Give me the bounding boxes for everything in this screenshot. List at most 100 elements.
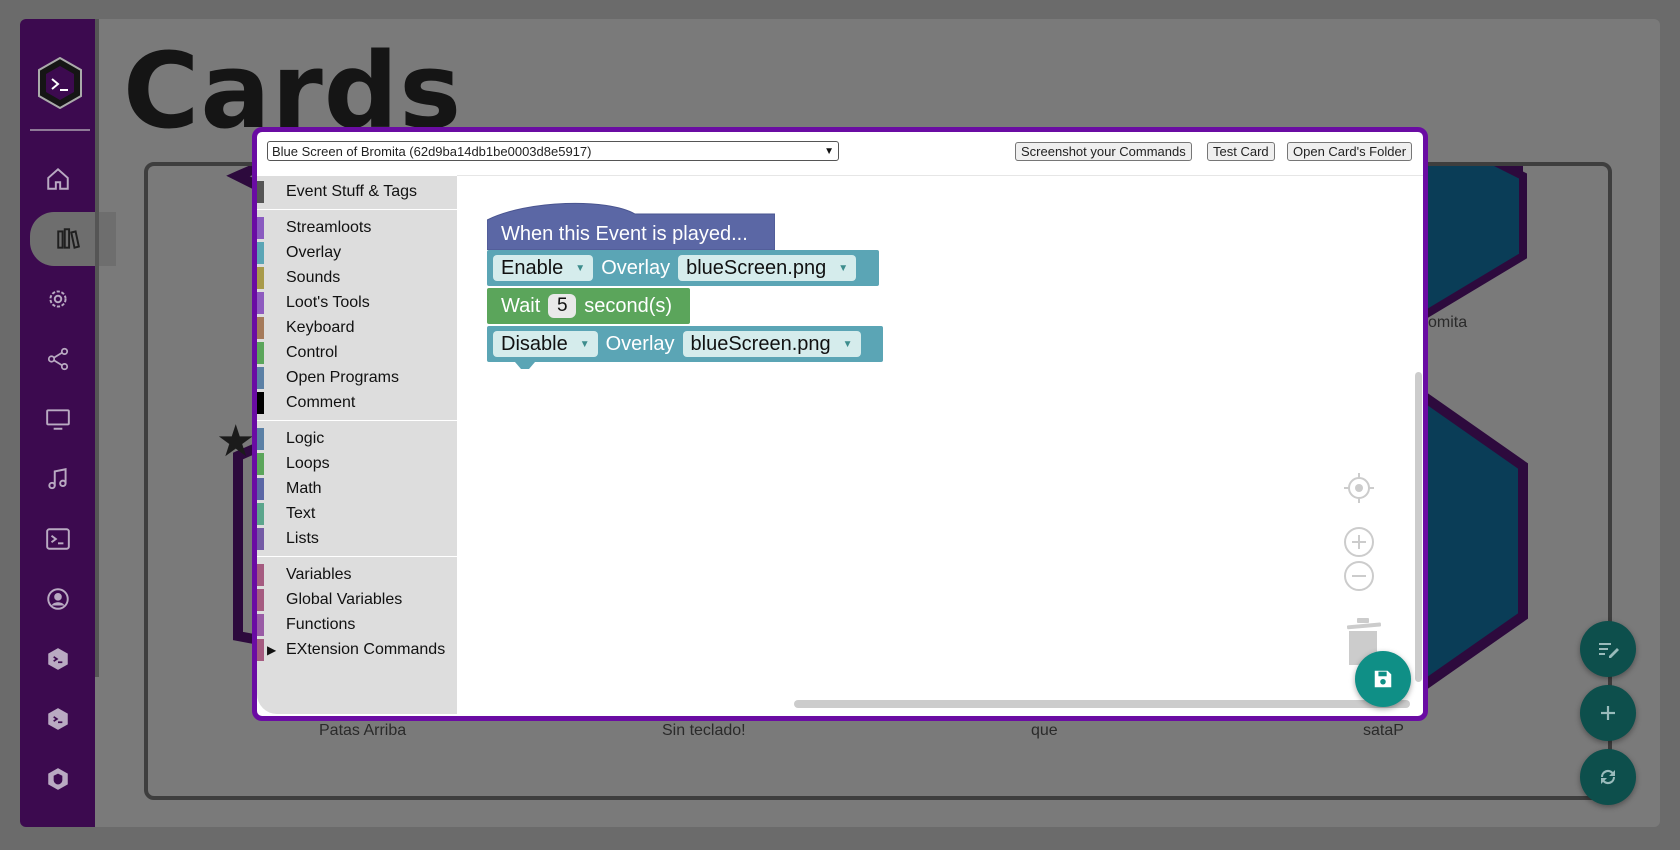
- test-card-button[interactable]: Test Card: [1207, 142, 1275, 161]
- sidebar-item-ext-3[interactable]: [20, 752, 95, 806]
- library-icon: [57, 228, 80, 249]
- category-color-stripe: [257, 292, 264, 314]
- toolbox-category[interactable]: Streamloots: [257, 216, 457, 240]
- category-label: Open Programs: [286, 369, 399, 386]
- sidebar-item-account[interactable]: [20, 572, 95, 626]
- category-color-stripe: [257, 367, 264, 389]
- hexagon-terminal-icon: [47, 648, 68, 670]
- save-icon: [1374, 670, 1392, 688]
- action-value: Disable: [501, 332, 568, 355]
- sidebar-item-settings[interactable]: [20, 272, 95, 326]
- expand-arrow-icon[interactable]: ▶: [267, 643, 276, 657]
- toolbox-category[interactable]: Comment: [257, 391, 457, 415]
- card-name: Sin teclado!: [662, 722, 746, 739]
- toolbox-category[interactable]: Event Stuff & Tags: [257, 180, 457, 204]
- card-select[interactable]: Blue Screen of Bromita (62d9ba14db1be000…: [267, 141, 839, 161]
- dropdown-arrow-icon: ▼: [842, 338, 853, 350]
- save-button[interactable]: [1355, 651, 1411, 707]
- home-icon: [46, 167, 69, 190]
- file-dropdown[interactable]: blueScreen.png ▼: [678, 255, 857, 281]
- workspace-horizontal-scrollbar[interactable]: [794, 700, 1410, 708]
- block-label: Overlay: [601, 256, 671, 279]
- screenshot-commands-button[interactable]: Screenshot your Commands: [1015, 142, 1192, 161]
- enable-overlay-block[interactable]: Enable ▼ Overlay blueScreen.png ▼: [487, 250, 879, 286]
- toolbox-category[interactable]: Text: [257, 502, 457, 526]
- category-color-stripe: [257, 181, 264, 203]
- sidebar-item-ext-2[interactable]: [20, 692, 95, 746]
- toolbox-category[interactable]: EXtension Commands ▶: [257, 638, 457, 662]
- dropdown-arrow-icon: ▼: [838, 262, 849, 274]
- hexagon-terminal-icon: [47, 708, 68, 730]
- toolbox-category[interactable]: Overlay: [257, 241, 457, 265]
- toolbox-category[interactable]: Math: [257, 477, 457, 501]
- toolbox-category[interactable]: Keyboard: [257, 316, 457, 340]
- dropdown-arrow-icon: ▼: [579, 338, 590, 350]
- toolbox-category[interactable]: Control: [257, 341, 457, 365]
- category-label: Lists: [286, 530, 319, 547]
- toolbox-category[interactable]: Lists: [257, 527, 457, 551]
- event-hat-block[interactable]: When this Event is played...: [487, 198, 775, 250]
- sidebar-item-cards[interactable]: [30, 212, 116, 266]
- action-dropdown[interactable]: Enable ▼: [493, 255, 594, 281]
- card-select-value: Blue Screen of Bromita (62d9ba14db1be000…: [272, 143, 592, 159]
- toolbox-category[interactable]: Global Variables: [257, 588, 457, 612]
- sidebar-item-overlay[interactable]: [20, 392, 95, 446]
- toolbox-category[interactable]: Sounds: [257, 266, 457, 290]
- category-label: Functions: [286, 616, 356, 633]
- file-value: blueScreen.png: [686, 256, 827, 279]
- category-label: Text: [286, 505, 316, 522]
- svg-text:★: ★: [216, 416, 255, 467]
- card-name: Patas Arriba: [319, 722, 407, 739]
- blockly-workspace[interactable]: When this Event is played... Enable ▼ Ove…: [457, 176, 1423, 714]
- sidebar-item-share[interactable]: [20, 332, 95, 386]
- toolbox-separator: [257, 209, 457, 210]
- toolbox-category[interactable]: Loot's Tools: [257, 291, 457, 315]
- action-value: Enable: [501, 256, 564, 279]
- toolbox-category[interactable]: Loops: [257, 452, 457, 476]
- settings-icon: [48, 290, 67, 308]
- zoom-in-icon[interactable]: [1343, 526, 1375, 558]
- category-label: Streamloots: [286, 219, 372, 236]
- open-card-folder-button[interactable]: Open Card's Folder: [1287, 142, 1413, 161]
- category-color-stripe: [257, 267, 264, 289]
- category-label: Math: [286, 480, 322, 497]
- block-connector-notch: [515, 362, 535, 369]
- sidebar-item-home[interactable]: [20, 152, 95, 206]
- app-logo-icon[interactable]: [37, 57, 83, 109]
- hat-block-label: When this Event is played...: [501, 223, 748, 245]
- wait-label: Wait: [501, 294, 541, 317]
- toolbox-category[interactable]: Functions: [257, 613, 457, 637]
- toolbox-category[interactable]: Open Programs: [257, 366, 457, 390]
- category-color-stripe: [257, 428, 264, 450]
- wait-unit-label: second(s): [584, 294, 673, 317]
- wait-block[interactable]: Wait 5 second(s): [487, 288, 690, 324]
- edit-list-icon: [1599, 643, 1619, 658]
- category-label: Overlay: [286, 244, 342, 261]
- category-color-stripe: [257, 392, 264, 414]
- toolbox-category[interactable]: Logic: [257, 427, 457, 451]
- sidebar-item-sounds[interactable]: [20, 452, 95, 506]
- toolbox-category[interactable]: Variables: [257, 563, 457, 587]
- modal-toolbar: Blue Screen of Bromita (62d9ba14db1be000…: [257, 132, 1423, 174]
- wait-seconds-input[interactable]: 5: [548, 294, 577, 318]
- zoom-out-icon[interactable]: [1343, 560, 1375, 592]
- category-label: Variables: [286, 566, 352, 583]
- sidebar-item-ext-1[interactable]: [20, 632, 95, 686]
- edit-cards-button[interactable]: [1580, 621, 1636, 677]
- disable-overlay-block[interactable]: Disable ▼ Overlay blueScreen.png ▼: [487, 326, 883, 362]
- sidebar-item-terminal[interactable]: [20, 512, 95, 566]
- category-color-stripe: [257, 614, 264, 636]
- file-dropdown[interactable]: blueScreen.png ▼: [682, 331, 861, 357]
- sync-icon: [1600, 769, 1616, 785]
- card-commands-modal: Blue Screen of Bromita (62d9ba14db1be000…: [252, 127, 1428, 721]
- action-dropdown[interactable]: Disable ▼: [493, 331, 598, 357]
- add-card-button[interactable]: [1580, 685, 1636, 741]
- category-color-stripe: [257, 478, 264, 500]
- account-icon: [46, 588, 69, 610]
- sync-cards-button[interactable]: [1580, 749, 1636, 805]
- category-color-stripe: [257, 564, 264, 586]
- category-color-stripe: [257, 589, 264, 611]
- workspace-vertical-scrollbar[interactable]: [1415, 372, 1422, 682]
- recenter-icon[interactable]: [1343, 472, 1375, 504]
- category-color-stripe: [257, 528, 264, 550]
